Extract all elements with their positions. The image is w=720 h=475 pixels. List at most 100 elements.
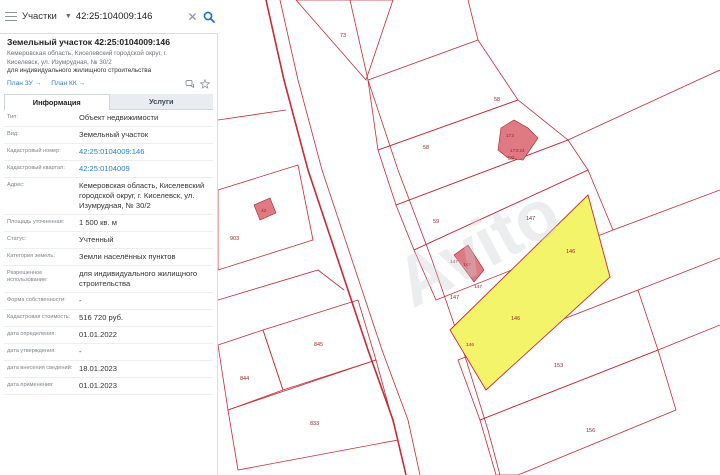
- search-icon: [203, 11, 215, 23]
- parcel-border: [637, 257, 720, 291]
- cadastral-quarter-link[interactable]: 42:25:0104009: [79, 161, 213, 177]
- parcel-border: [218, 269, 345, 301]
- object-title: Земельный участок 42:25:0104009:146: [7, 37, 170, 47]
- property-value: Объект недвижимости: [79, 112, 159, 122]
- parcel-58-top[interactable]: [367, 39, 519, 151]
- search-bar: Участки ▼ ✕: [0, 0, 218, 34]
- property-value: Учтенный: [79, 234, 114, 244]
- parcel-border: [612, 189, 720, 231]
- property-row: Форма собственности: -: [4, 293, 213, 310]
- cadastral-map[interactable]: 73 58 58 59 59 147 147 147 147 146 146 1…: [218, 0, 720, 475]
- object-links: План ЗУ → План КК →: [0, 76, 217, 90]
- share-button[interactable]: [184, 78, 195, 89]
- property-row: дата внесения сведений: 18.01.2023: [4, 361, 213, 378]
- property-value: -: [79, 295, 82, 305]
- map-canvas[interactable]: 73 58 58 59 59 147 147 147 147 146 146 1…: [218, 0, 720, 475]
- property-value: 01.01.2023: [79, 380, 118, 390]
- building-label: 173: [506, 133, 514, 139]
- map-label: 59: [508, 156, 514, 162]
- road-edge: [265, 0, 407, 475]
- favorite-button[interactable]: [199, 78, 210, 89]
- map-label: 58: [423, 145, 429, 151]
- properties-list: Тип: Объект недвижимости Вид: Земельный уч…: [0, 110, 217, 395]
- parcel-border: [657, 324, 720, 351]
- map-label: 58: [494, 97, 500, 103]
- property-label: Статус:: [7, 235, 27, 242]
- search-input[interactable]: [75, 6, 186, 27]
- property-value: 516 720 руб.: [79, 312, 124, 322]
- parcel-73[interactable]: [295, 0, 394, 81]
- property-label: Адрес:: [7, 181, 25, 188]
- map-label: 146: [466, 342, 474, 348]
- property-row: Тип: Объект недвижимости: [4, 110, 213, 127]
- property-row: дата утверждения: -: [4, 344, 213, 361]
- building-label: 42: [261, 208, 267, 214]
- search-button[interactable]: [199, 0, 218, 34]
- property-label: дата внесения сведений:: [7, 364, 73, 371]
- plan-kk-link[interactable]: План КК →: [51, 80, 85, 87]
- close-icon: ✕: [187, 9, 198, 24]
- parcel-border: [218, 109, 287, 121]
- parcel-border: [467, 0, 479, 41]
- property-label: Кадастровый номер:: [7, 147, 61, 154]
- property-value: Кемеровская область, Киселевский городск…: [79, 180, 205, 210]
- property-row: дата применения: 01.01.2023: [4, 378, 213, 395]
- object-address: Кемеровская область, Киселевский городск…: [7, 50, 167, 66]
- map-label: 153: [554, 363, 563, 369]
- tab-info[interactable]: Информация: [4, 93, 110, 110]
- property-row: Адрес: Кемеровская область, Киселевский г…: [4, 178, 213, 215]
- property-row: Статус: Учтенный: [4, 232, 213, 249]
- property-value: Земли населённых пунктов: [79, 251, 176, 261]
- object-purpose: для индивидуального жилищного строительс…: [7, 67, 152, 74]
- property-label: Разрешенное использование:: [7, 269, 48, 283]
- panel-tabs: Информация Услуги: [4, 93, 213, 110]
- hamburger-icon: [5, 11, 18, 22]
- map-label: 844: [240, 376, 249, 382]
- property-label: Вид:: [7, 130, 19, 137]
- property-value: -: [79, 346, 82, 356]
- map-label: 156: [586, 428, 595, 434]
- property-label: Категория земель:: [7, 252, 55, 259]
- property-row: Кадастровый квартал: 42:25:0104009: [4, 161, 213, 178]
- property-row: Площадь уточненная: 1 500 кв. м: [4, 215, 213, 232]
- property-label: дата утверждения:: [7, 347, 56, 354]
- parcel-border: [567, 69, 720, 141]
- property-row: Кадастровый номер: 42:25:0104009:146: [4, 144, 213, 161]
- property-row: Категория земель: Земли населённых пункто…: [4, 249, 213, 266]
- map-label: 146: [511, 316, 520, 322]
- building-label: 173:24: [510, 148, 525, 154]
- layer-select[interactable]: Участки ▼: [22, 0, 72, 34]
- map-label: 833: [310, 421, 319, 427]
- property-label: Площадь уточненная:: [7, 218, 65, 225]
- property-value: Земельный участок: [79, 129, 149, 139]
- property-value: 01.01.2022: [79, 329, 118, 339]
- map-label: 903: [230, 236, 239, 242]
- star-icon: [199, 78, 210, 89]
- layer-select-value: Участки: [22, 11, 57, 22]
- property-label: Форма собственности:: [7, 296, 66, 303]
- property-row: Разрешенное использование: для индивидуал…: [4, 266, 213, 293]
- road-edge: [279, 0, 421, 475]
- property-value: 18.01.2023: [79, 363, 118, 373]
- map-label: 73: [340, 33, 346, 39]
- property-row: дата определения: 01.01.2022: [4, 327, 213, 344]
- property-value: для индивидуального жилищного строительс…: [79, 268, 198, 288]
- property-label: Кадастровый квартал:: [7, 164, 65, 171]
- property-value: 1 500 кв. м: [79, 217, 117, 227]
- share-icon: [185, 79, 194, 88]
- property-row: Вид: Земельный участок: [4, 127, 213, 144]
- tab-services[interactable]: Услуги: [109, 93, 213, 110]
- clear-search-button[interactable]: ✕: [186, 0, 200, 34]
- property-label: дата применения:: [7, 381, 54, 388]
- plan-zu-link[interactable]: План ЗУ →: [7, 80, 41, 87]
- property-label: Тип:: [7, 113, 18, 120]
- property-row: Кадастровая стоимость: 516 720 руб.: [4, 310, 213, 327]
- info-panel: Земельный участок 42:25:0104009:146 Кеме…: [0, 34, 218, 475]
- parcel-833[interactable]: [227, 359, 399, 471]
- menu-button[interactable]: [0, 0, 22, 34]
- map-label: 845: [314, 342, 323, 348]
- property-label: Кадастровая стоимость:: [7, 313, 71, 320]
- parcel-844[interactable]: [218, 329, 284, 411]
- cadastral-number-link[interactable]: 42:25:0104009:146: [79, 144, 213, 160]
- property-label: дата определения:: [7, 330, 57, 337]
